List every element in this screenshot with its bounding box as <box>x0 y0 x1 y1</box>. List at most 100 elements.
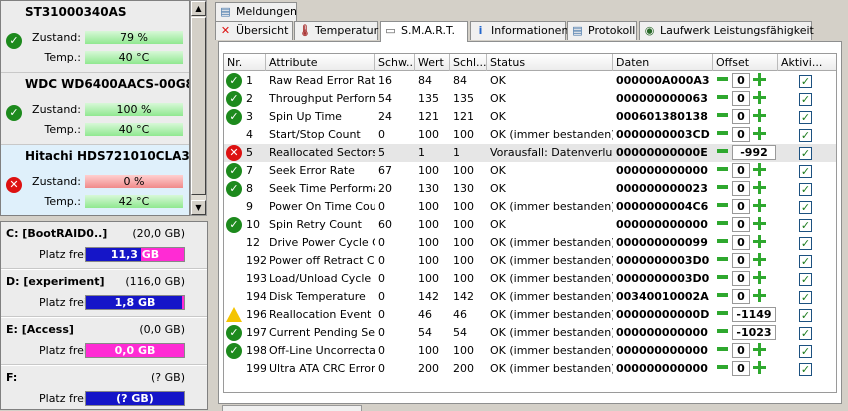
offset-input[interactable]: 0 <box>732 235 750 250</box>
offset-decrease-button[interactable] <box>717 113 728 117</box>
column-header[interactable]: Nr. <box>224 54 266 71</box>
table-row[interactable]: 12Drive Power Cycle C...0100100OK (immer… <box>224 234 836 252</box>
scroll-down-button[interactable]: ▼ <box>191 200 206 215</box>
offset-decrease-button[interactable] <box>717 329 728 333</box>
table-row[interactable]: 9Power On Time Count0100100OK (immer bes… <box>224 198 836 216</box>
table-row[interactable]: ✓ 7 Seek Error Rate 67 100 100 OK 000000000000 0… <box>224 162 836 180</box>
table-row[interactable]: 4 Start/Stop Count 0 100 100 OK (immer bestan… <box>224 126 836 144</box>
active-checkbox[interactable]: ✓ <box>799 309 812 322</box>
tab-temperatur[interactable]: 🌡 Temperatur <box>294 21 378 40</box>
drive-list-scrollbar[interactable]: ▲ ▼ <box>190 0 207 216</box>
offset-increase-button[interactable] <box>753 289 766 302</box>
offset-decrease-button[interactable] <box>717 293 728 297</box>
table-row[interactable]: ✓ 10 Spin Retry Count 60 100 100 OK 00000000000… <box>224 216 836 234</box>
partition-card[interactable]: C: [BootRAID0..] (20,0 GB) Platz frei 11,3 … <box>1 222 207 269</box>
partition-card[interactable]: D: [experiment] (116,0 GB) Platz frei 1,8 G… <box>1 270 207 317</box>
offset-increase-button[interactable] <box>753 109 766 122</box>
offset-input[interactable]: 0 <box>732 217 750 232</box>
offset-input[interactable]: 0 <box>732 289 750 304</box>
active-checkbox[interactable]: ✓ <box>799 237 812 250</box>
column-header[interactable]: Schw... <box>375 54 415 71</box>
offset-decrease-button[interactable] <box>717 311 728 315</box>
table-row[interactable]: 194 Disk Temperature 0 142 142 OK (immer best… <box>224 288 836 306</box>
table-row[interactable]: 196Reallocation Event C...0 46 46 OK (immer… <box>224 306 836 324</box>
offset-input[interactable]: 0 <box>732 73 750 88</box>
offset-decrease-button[interactable] <box>717 365 728 369</box>
table-row[interactable]: 192Power off Retract Cy...0100100OK (imm… <box>224 252 836 270</box>
active-checkbox[interactable]: ✓ <box>799 201 812 214</box>
offset-input[interactable]: 0 <box>732 127 750 142</box>
offset-decrease-button[interactable] <box>717 167 728 171</box>
active-checkbox[interactable]: ✓ <box>799 93 812 106</box>
offset-decrease-button[interactable] <box>717 131 728 135</box>
offset-increase-button[interactable] <box>753 343 766 356</box>
scroll-thumb[interactable] <box>191 17 206 195</box>
column-header[interactable]: Daten <box>613 54 713 71</box>
table-row[interactable]: ✕5Reallocated Sectors ...511Vorausfall: … <box>224 144 836 162</box>
partition-card[interactable]: E: [Access] (0,0 GB) Platz frei 0,0 GB <box>1 318 207 365</box>
active-checkbox[interactable]: ✓ <box>799 219 812 232</box>
tab-s-m-a-r-t-[interactable]: ▭ S.M.A.R.T. <box>380 21 468 42</box>
column-header[interactable]: Wert <box>415 54 450 71</box>
offset-increase-button[interactable] <box>753 127 766 140</box>
offset-decrease-button[interactable] <box>717 95 728 99</box>
active-checkbox[interactable]: ✓ <box>799 345 812 358</box>
offset-input[interactable]: 0 <box>732 109 750 124</box>
active-checkbox[interactable]: ✓ <box>799 255 812 268</box>
offset-input[interactable]: 0 <box>732 361 750 376</box>
drive-list[interactable]: ST31000340AS ✓ Zustand: 79 % Temp.: 40 °C WDC … <box>0 0 190 216</box>
offset-decrease-button[interactable] <box>717 239 728 243</box>
active-checkbox[interactable]: ✓ <box>799 327 812 340</box>
offset-input[interactable]: -992 <box>732 145 776 160</box>
offset-increase-button[interactable] <box>753 253 766 266</box>
column-header[interactable]: Attribute <box>266 54 375 71</box>
offset-increase-button[interactable] <box>753 73 766 86</box>
column-header[interactable]: Offset <box>713 54 778 71</box>
offset-increase-button[interactable] <box>753 361 766 374</box>
drive-card[interactable]: Hitachi HDS721010CLA332 ✕ Zustand: 0 % Temp.… <box>1 145 189 215</box>
partition-card[interactable]: F: (? GB) Platz frei (? GB) <box>1 366 207 409</box>
table-row[interactable]: ✓8Seek Time Performa...20130130OK0000000… <box>224 180 836 198</box>
table-row[interactable]: ✓ 1 Raw Read Error Rate 16 84 84 OK 000000A000A… <box>224 72 836 90</box>
offset-decrease-button[interactable] <box>717 203 728 207</box>
offset-decrease-button[interactable] <box>717 275 728 279</box>
offset-input[interactable]: 0 <box>732 181 750 196</box>
active-checkbox[interactable]: ✓ <box>799 183 812 196</box>
offset-decrease-button[interactable] <box>717 149 728 153</box>
offset-decrease-button[interactable] <box>717 77 728 81</box>
offset-increase-button[interactable] <box>753 91 766 104</box>
offset-input[interactable]: 0 <box>732 163 750 178</box>
offset-increase-button[interactable] <box>753 217 766 230</box>
table-row[interactable]: ✓ 197Current Pending Sect...0 54 54 OK (imme… <box>224 324 836 342</box>
offset-input[interactable]: -1023 <box>732 325 776 340</box>
offset-input[interactable]: -1149 <box>732 307 776 322</box>
drive-card[interactable]: ST31000340AS ✓ Zustand: 79 % Temp.: 40 °C <box>1 1 189 73</box>
offset-input[interactable]: 0 <box>732 343 750 358</box>
offset-input[interactable]: 0 <box>732 91 750 106</box>
offset-increase-button[interactable] <box>753 199 766 212</box>
tab-laufwerk-leistungsf-higkeit[interactable]: ◉ Laufwerk Leistungsfähigkeit <box>639 21 814 40</box>
column-header[interactable]: Aktivi... <box>778 54 836 71</box>
active-checkbox[interactable]: ✓ <box>799 165 812 178</box>
offset-increase-button[interactable] <box>753 271 766 284</box>
offset-increase-button[interactable] <box>753 181 766 194</box>
drive-card[interactable]: WDC WD6400AACS-00G8B0✓Zustand:100 %Temp.… <box>1 73 189 145</box>
active-checkbox[interactable]: ✓ <box>799 291 812 304</box>
table-row[interactable]: 193 Load/Unload Cycle ... 0 100 100 OK (immer… <box>224 270 836 288</box>
offset-input[interactable]: 0 <box>732 199 750 214</box>
offset-decrease-button[interactable] <box>717 221 728 225</box>
active-checkbox[interactable]: ✓ <box>799 363 812 376</box>
active-checkbox[interactable]: ✓ <box>799 111 812 124</box>
active-checkbox[interactable]: ✓ <box>799 147 812 160</box>
tab-meldungen[interactable]: ▤ Meldungen <box>215 2 297 21</box>
table-row[interactable]: ✓198Off-Line Uncorrectabl...0100100OK (i… <box>224 342 836 360</box>
active-checkbox[interactable]: ✓ <box>799 129 812 142</box>
tab-informationen[interactable]: i Informationen <box>470 21 568 40</box>
table-row[interactable]: 199Ultra ATA CRC Error ...0200200OK (imm… <box>224 360 836 378</box>
offset-decrease-button[interactable] <box>717 185 728 189</box>
active-checkbox[interactable]: ✓ <box>799 273 812 286</box>
column-header[interactable]: Schl... <box>450 54 487 71</box>
offset-increase-button[interactable] <box>753 163 766 176</box>
offset-decrease-button[interactable] <box>717 257 728 261</box>
offset-decrease-button[interactable] <box>717 347 728 351</box>
